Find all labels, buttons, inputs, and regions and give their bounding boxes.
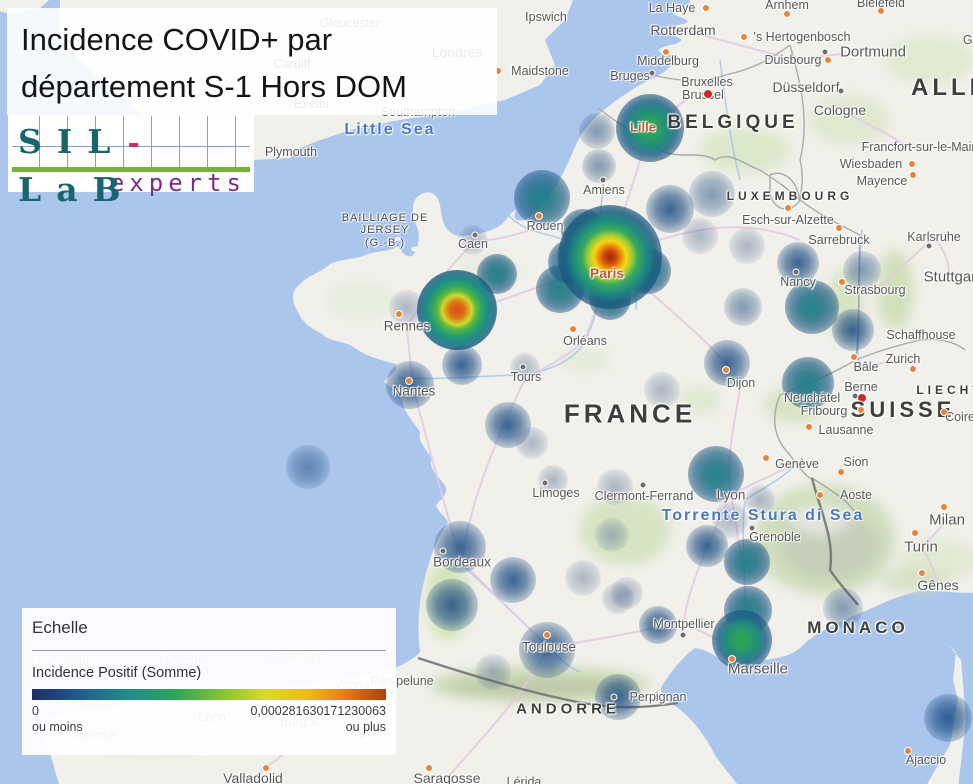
legend-values-row: 0 0,000281630171230063 xyxy=(32,704,386,718)
logo-dash: - xyxy=(125,126,154,161)
page-title-line2: département S-1 Hors DOM xyxy=(21,63,497,110)
legend-min-value: 0 xyxy=(32,704,39,718)
logo-sil: SIL xyxy=(8,122,125,161)
sil-lab-logo: SIL-LaB experts xyxy=(8,115,254,192)
logo-lab: LaB xyxy=(8,170,135,209)
page-title-line1: Incidence COVID+ par xyxy=(21,16,497,63)
legend-max-caption: ou plus xyxy=(346,720,386,734)
logo-letters-row: SIL-LaB xyxy=(8,118,254,166)
legend-captions-row: ou moins ou plus xyxy=(32,720,386,734)
legend-min-caption: ou moins xyxy=(32,720,83,734)
legend-gradient-bar xyxy=(32,689,386,700)
legend-measure-label: Incidence Positif (Somme) xyxy=(32,665,386,681)
legend-title: Echelle xyxy=(32,618,386,638)
map-canvas[interactable]: GloucesterLondresCardiffSouthamptonExete… xyxy=(0,0,973,784)
legend-max-value: 0,000281630171230063 xyxy=(250,704,386,718)
legend-divider xyxy=(32,650,386,651)
title-box: Incidence COVID+ par département S-1 Hor… xyxy=(7,8,497,115)
legend-box: Echelle Incidence Positif (Somme) 0 0,00… xyxy=(22,608,396,755)
